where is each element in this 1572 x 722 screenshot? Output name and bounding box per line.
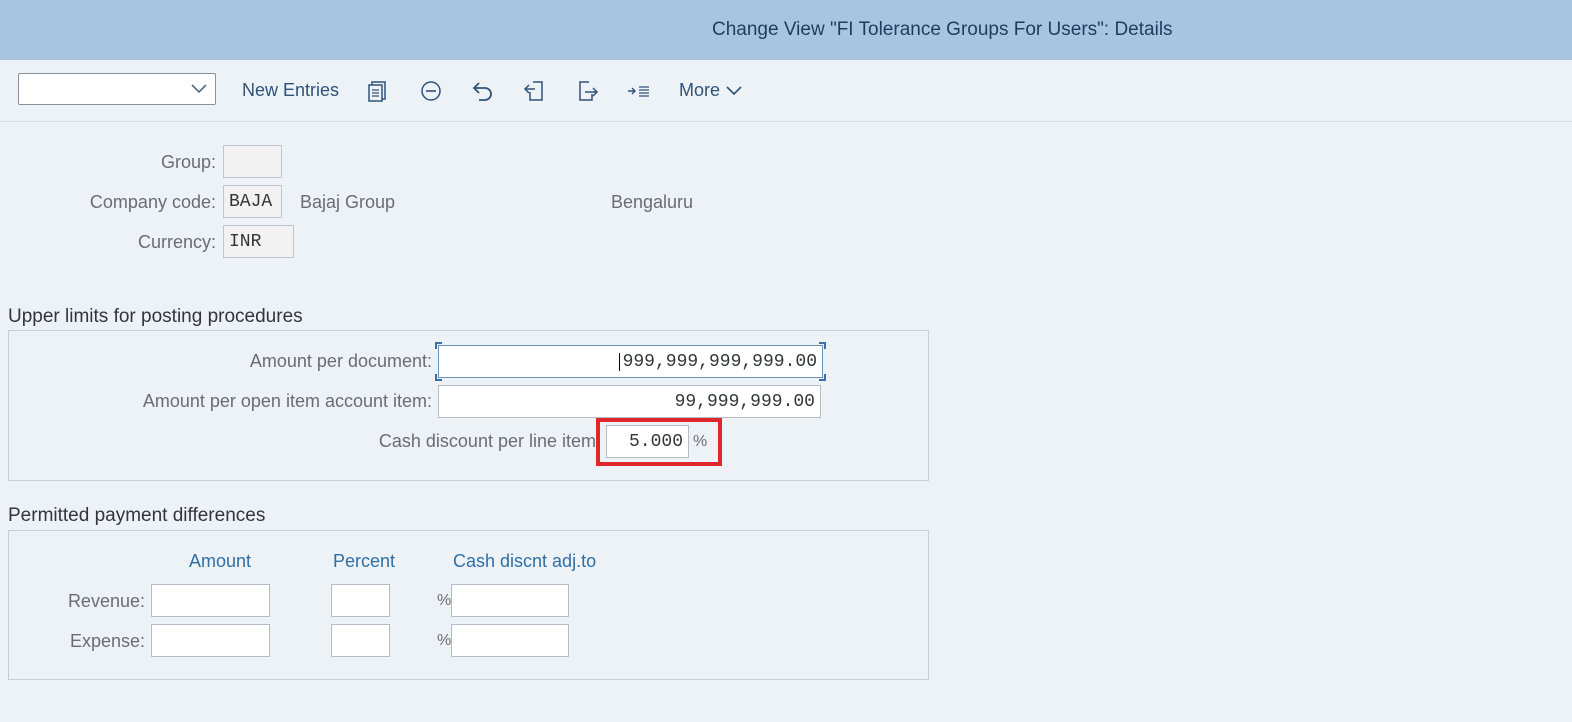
group-label: Group: xyxy=(160,152,216,172)
title-bar: Change View "FI Tolerance Groups For Use… xyxy=(0,0,1572,60)
percent-unit: % xyxy=(693,433,708,450)
delete-icon[interactable] xyxy=(419,79,443,103)
revenue-amount-input[interactable] xyxy=(151,584,270,617)
amount-per-document-label: Amount per document: xyxy=(249,351,432,371)
company-name: Bajaj Group xyxy=(300,192,396,212)
new-entries-button[interactable]: New Entries xyxy=(242,80,339,101)
expense-amount-input[interactable] xyxy=(151,624,270,657)
percent-unit: % xyxy=(437,632,452,649)
more-label: More xyxy=(679,80,721,100)
focus-corner xyxy=(435,374,442,381)
chevron-down-icon xyxy=(191,84,207,94)
next-entry-icon[interactable] xyxy=(575,79,599,103)
page-title: Change View "FI Tolerance Groups For Use… xyxy=(712,19,1173,40)
focus-corner xyxy=(819,374,826,381)
command-dropdown[interactable] xyxy=(18,73,216,105)
chevron-down-icon xyxy=(726,86,742,96)
copy-icon[interactable] xyxy=(367,79,391,103)
company-code-field[interactable]: BAJA xyxy=(223,185,282,218)
currency-label: Currency: xyxy=(137,232,216,252)
amount-per-open-item-input[interactable]: 99,999,999.00 xyxy=(438,385,821,418)
percent-unit: % xyxy=(437,592,452,609)
currency-field[interactable]: INR xyxy=(223,225,294,258)
revenue-cash-discount-adj-input[interactable] xyxy=(451,584,569,617)
revenue-percent-input[interactable] xyxy=(331,584,390,617)
select-block-icon[interactable] xyxy=(627,79,651,103)
text-cursor xyxy=(619,353,620,371)
company-code-label: Company code: xyxy=(89,192,216,212)
focus-corner xyxy=(435,342,442,349)
expense-cash-discount-adj-input[interactable] xyxy=(451,624,569,657)
group-field[interactable] xyxy=(223,145,282,178)
focus-corner xyxy=(819,342,826,349)
undo-icon[interactable] xyxy=(471,79,495,103)
column-header-amount: Amount xyxy=(189,551,252,571)
column-header-cash-discount-adj: Cash discnt adj.to xyxy=(453,551,597,571)
payment-differences-title: Permitted payment differences xyxy=(8,505,266,526)
toolbar: New Entries More xyxy=(0,60,1572,122)
expense-percent-input[interactable] xyxy=(331,624,390,657)
expense-label: Expense: xyxy=(69,631,145,651)
more-menu-button[interactable]: More xyxy=(679,80,742,101)
previous-entry-icon[interactable] xyxy=(523,79,547,103)
upper-limits-title: Upper limits for posting procedures xyxy=(8,306,303,327)
cash-discount-input[interactable]: 5.000 xyxy=(606,425,689,458)
cash-discount-label: Cash discount per line item xyxy=(378,431,596,451)
revenue-label: Revenue: xyxy=(67,591,145,611)
amount-per-open-item-label: Amount per open item account item: xyxy=(142,391,432,411)
company-city: Bengaluru xyxy=(611,192,694,212)
column-header-percent: Percent xyxy=(333,551,396,571)
amount-per-document-input[interactable]: 999,999,999,999.00 xyxy=(438,345,823,378)
